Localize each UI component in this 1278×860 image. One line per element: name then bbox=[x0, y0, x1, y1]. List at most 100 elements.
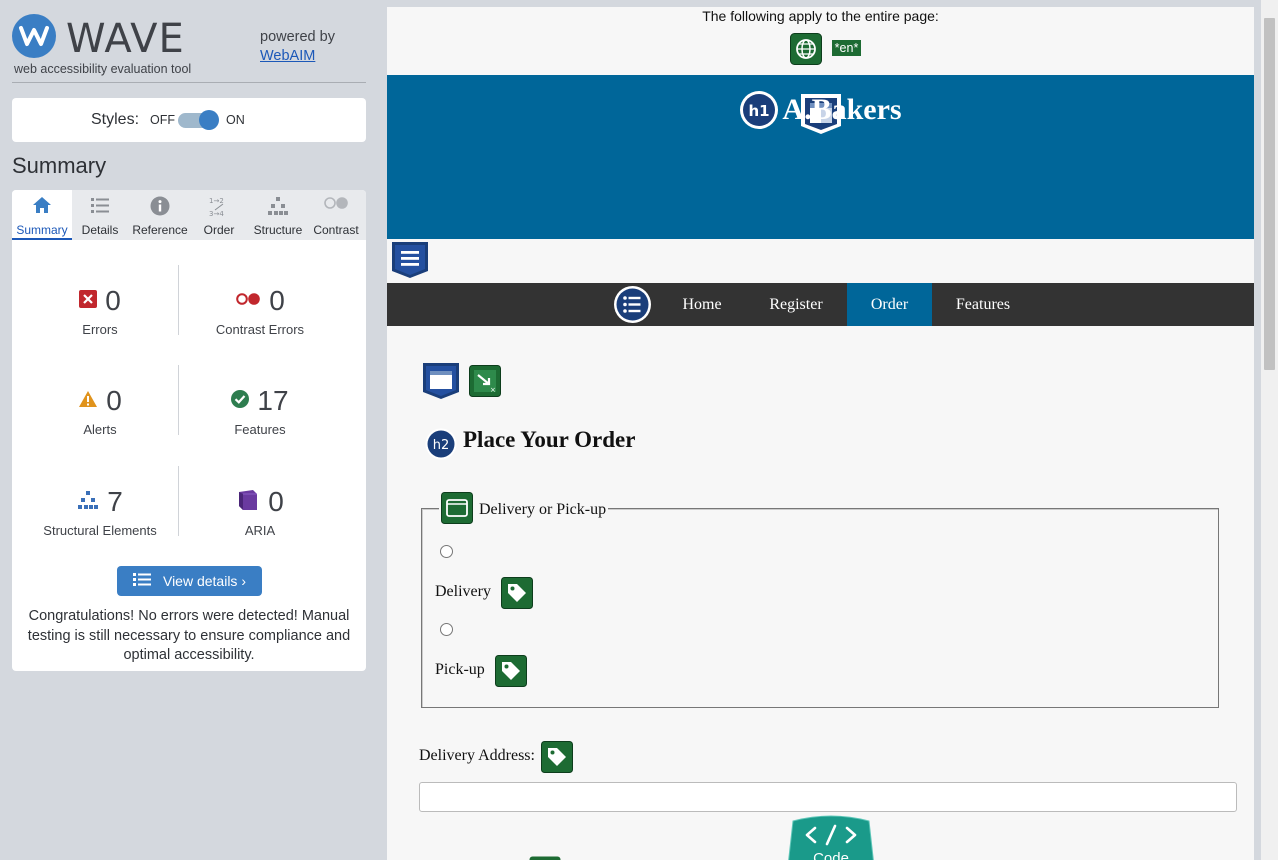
tab-reference[interactable]: Reference bbox=[128, 190, 192, 240]
code-panel-tab[interactable]: Code bbox=[785, 815, 877, 860]
skip-link-target-icon[interactable]: × bbox=[469, 365, 501, 402]
page-scrollbar[interactable] bbox=[1261, 0, 1278, 860]
svg-text:3→4: 3→4 bbox=[209, 210, 224, 218]
stat-contrast-errors[interactable]: 0 Contrast Errors bbox=[180, 283, 340, 337]
address-label: Delivery Address: bbox=[419, 747, 535, 764]
features-label: Features bbox=[234, 422, 286, 437]
summary-heading: Summary bbox=[12, 153, 107, 178]
h1-badge-icon[interactable]: h1 bbox=[739, 90, 779, 130]
page-preview: The following apply to the entire page: … bbox=[387, 7, 1254, 860]
page-apply-text: The following apply to the entire page: bbox=[702, 8, 939, 24]
tab-details[interactable]: Details bbox=[74, 190, 126, 240]
site-title-text: A.Bakers bbox=[782, 93, 902, 126]
nav-register-link[interactable]: Register bbox=[752, 283, 840, 326]
view-details-label: View details › bbox=[162, 573, 246, 589]
label-tag-icon[interactable] bbox=[541, 741, 573, 778]
tab-reference-label: Reference bbox=[132, 223, 188, 237]
label-tag-icon[interactable] bbox=[529, 855, 561, 860]
contrast-error-icon bbox=[235, 292, 261, 311]
tab-order[interactable]: 1→2 3→4 Order bbox=[196, 190, 242, 240]
feature-check-icon bbox=[231, 389, 250, 413]
wave-tagline: web accessibility evaluation tool bbox=[14, 62, 192, 76]
address-input[interactable] bbox=[419, 782, 1237, 812]
wave-logo-icon bbox=[12, 14, 56, 58]
tab-contrast[interactable]: Contrast bbox=[308, 190, 364, 240]
tab-contrast-label: Contrast bbox=[313, 223, 359, 237]
home-icon bbox=[12, 190, 72, 216]
wave-logo-text: WAVE bbox=[66, 16, 185, 62]
structural-count: 7 bbox=[107, 486, 123, 517]
pickup-radio[interactable] bbox=[440, 623, 453, 636]
label-tag-icon[interactable] bbox=[495, 655, 527, 692]
view-details-button[interactable]: View details › bbox=[117, 566, 262, 596]
nav-order-link[interactable]: Order bbox=[847, 283, 932, 326]
delivery-radio-label: Delivery bbox=[435, 583, 491, 600]
tab-structure-label: Structure bbox=[253, 223, 303, 237]
pickup-radio-label: Pick-up bbox=[435, 661, 485, 678]
nav-home-link[interactable]: Home bbox=[669, 283, 735, 326]
styles-label: Styles: bbox=[91, 111, 140, 128]
nav-features-link[interactable]: Features bbox=[944, 283, 1022, 326]
language-globe-icon[interactable] bbox=[790, 33, 822, 70]
wave-sidebar: WAVE web accessibility evaluation tool p… bbox=[0, 0, 379, 860]
congrats-message: Congratulations! No errors were detected… bbox=[27, 608, 351, 663]
features-count: 17 bbox=[257, 385, 289, 416]
styles-on-label: ON bbox=[226, 113, 245, 127]
contrast-icon bbox=[308, 190, 364, 216]
stat-aria[interactable]: 0 ARIA bbox=[180, 484, 340, 538]
structural-icon bbox=[77, 490, 99, 515]
scrollbar-thumb[interactable] bbox=[1264, 18, 1275, 370]
unordered-list-icon[interactable] bbox=[613, 285, 652, 329]
powered-by-text: powered by bbox=[260, 29, 335, 45]
alerts-count: 0 bbox=[106, 385, 122, 416]
svg-text:×: × bbox=[490, 386, 496, 394]
error-icon bbox=[79, 289, 98, 313]
navigation-landmark-icon[interactable] bbox=[391, 241, 429, 284]
aria-label: ARIA bbox=[244, 523, 276, 538]
webaim-link[interactable]: WebAIM bbox=[260, 48, 315, 64]
order-icon: 1→2 3→4 bbox=[196, 190, 242, 218]
label-tag-icon[interactable] bbox=[501, 577, 533, 614]
powered-by: powered by WebAIM bbox=[260, 28, 335, 66]
svg-text:h2: h2 bbox=[433, 438, 450, 453]
tab-summary[interactable]: Summary bbox=[12, 190, 72, 240]
styles-toggle-box: Styles: OFF ON bbox=[12, 98, 366, 142]
order-heading: Place Your Order bbox=[463, 427, 636, 452]
wave-header: WAVE web accessibility evaluation tool p… bbox=[12, 12, 366, 83]
info-icon bbox=[128, 190, 192, 216]
tab-details-label: Details bbox=[81, 223, 119, 237]
list-icon bbox=[74, 190, 126, 216]
site-nav: Home Register Order Features bbox=[387, 283, 1254, 326]
stat-features[interactable]: 17 Features bbox=[180, 383, 340, 437]
code-tab-label: Code bbox=[813, 850, 849, 860]
structure-icon bbox=[248, 190, 308, 216]
main-landmark-icon[interactable] bbox=[422, 362, 460, 405]
h2-badge-icon[interactable]: h2 bbox=[425, 428, 457, 465]
fieldset-legend: Delivery or Pick-up bbox=[439, 491, 609, 529]
styles-toggle-knob[interactable] bbox=[199, 110, 219, 130]
stat-structural[interactable]: 7 Structural Elements bbox=[20, 484, 180, 538]
errors-label: Errors bbox=[82, 322, 118, 337]
alerts-label: Alerts bbox=[83, 422, 117, 437]
contrast-errors-label: Contrast Errors bbox=[215, 322, 305, 337]
tab-order-label: Order bbox=[203, 223, 235, 237]
list-icon bbox=[132, 572, 151, 590]
svg-text:h1: h1 bbox=[749, 102, 770, 120]
aria-icon bbox=[236, 488, 260, 517]
stat-errors[interactable]: 0 Errors bbox=[20, 283, 180, 337]
wave-tabs: Summary Details Reference 1→2 3→4 Order bbox=[12, 190, 366, 240]
errors-count: 0 bbox=[105, 285, 121, 316]
fieldset-legend-text: Delivery or Pick-up bbox=[479, 501, 607, 518]
stat-alerts[interactable]: 0 Alerts bbox=[20, 383, 180, 437]
site-title: h1 A.Bakers bbox=[387, 90, 1254, 138]
alert-icon bbox=[78, 390, 98, 413]
delivery-radio[interactable] bbox=[440, 545, 453, 558]
language-badge[interactable]: *en* bbox=[832, 40, 861, 56]
styles-off-label: OFF bbox=[150, 113, 175, 127]
aria-count: 0 bbox=[268, 486, 284, 517]
contrast-errors-count: 0 bbox=[269, 285, 285, 316]
tab-structure[interactable]: Structure bbox=[248, 190, 308, 240]
delivery-fieldset bbox=[421, 508, 1219, 708]
tab-summary-label: Summary bbox=[16, 223, 68, 237]
fieldset-icon[interactable] bbox=[441, 491, 473, 529]
